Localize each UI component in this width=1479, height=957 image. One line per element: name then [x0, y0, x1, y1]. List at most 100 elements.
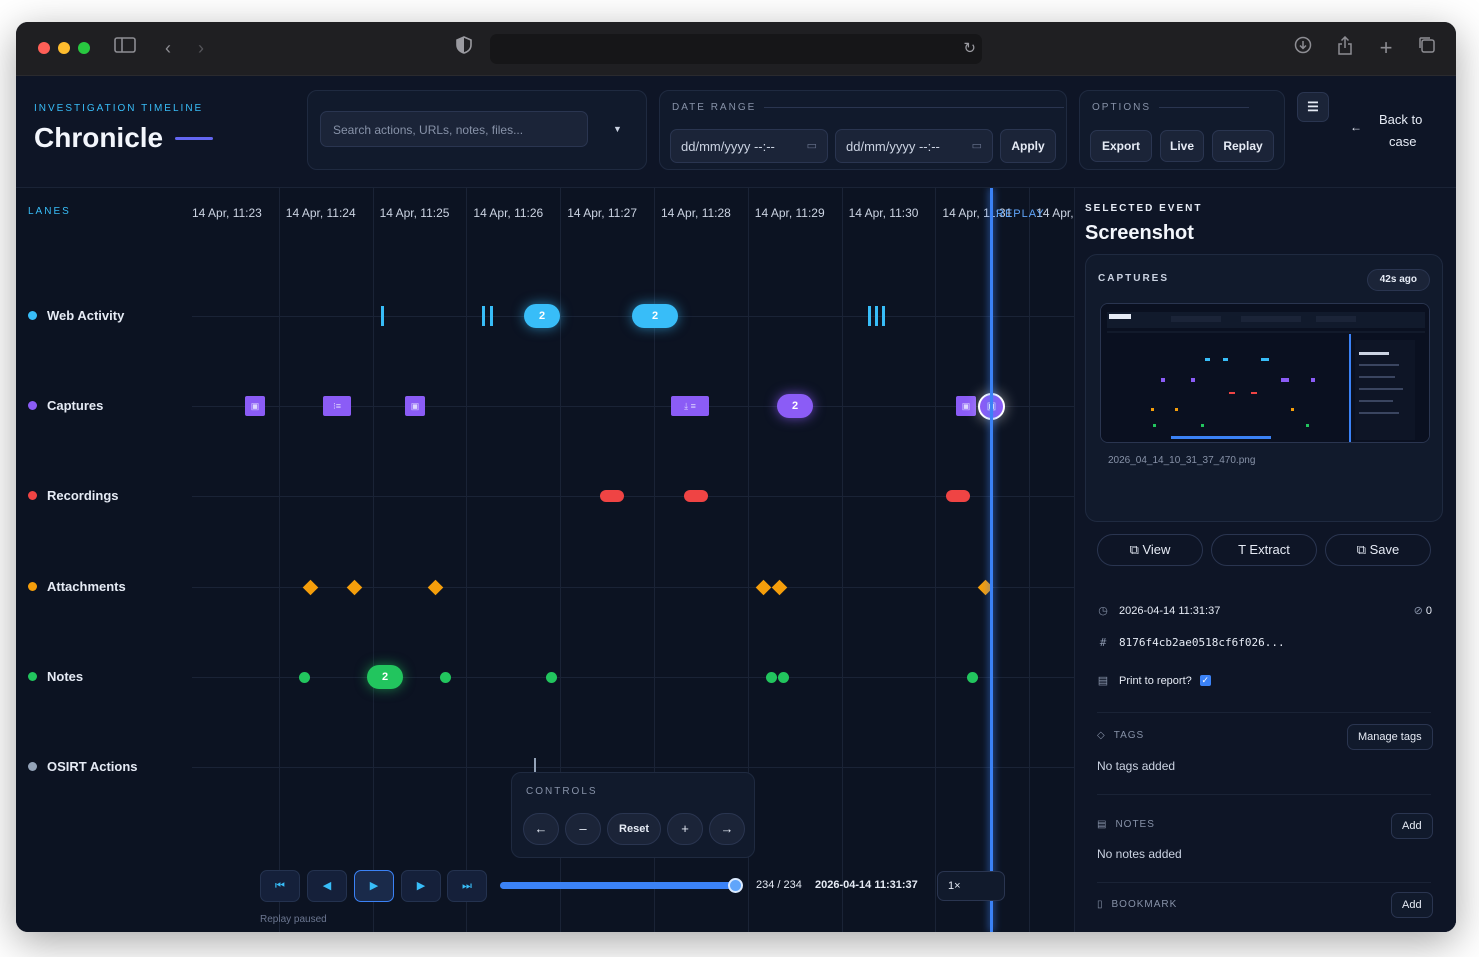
- lane-gridline: [192, 496, 1074, 497]
- replay-button[interactable]: Replay: [1212, 130, 1274, 162]
- replay-timestamp: 2026-04-14 11:31:37: [815, 879, 918, 891]
- attachment-event[interactable]: [771, 579, 788, 596]
- note-event[interactable]: [778, 672, 789, 683]
- note-event[interactable]: [440, 672, 451, 683]
- capture-screenshot-event[interactable]: ▣: [956, 396, 976, 416]
- web-activity-cluster[interactable]: 2: [632, 304, 678, 328]
- back-to-case-link[interactable]: ← Back to case: [1350, 110, 1430, 154]
- web-activity-event[interactable]: [875, 306, 878, 326]
- step-forward-button[interactable]: ▶: [401, 870, 441, 902]
- lane-gridline: [192, 767, 1074, 768]
- lane-label-recordings[interactable]: Recordings: [28, 488, 119, 503]
- web-activity-cluster[interactable]: 2: [524, 304, 560, 328]
- lane-label-captures[interactable]: Captures: [28, 398, 103, 413]
- live-button[interactable]: Live: [1160, 130, 1204, 162]
- add-note-button[interactable]: Add: [1391, 813, 1433, 839]
- note-event[interactable]: [299, 672, 310, 683]
- speed-select[interactable]: 1×: [937, 871, 1005, 901]
- recording-event[interactable]: [684, 490, 708, 502]
- zoom-out-button[interactable]: –: [565, 813, 601, 845]
- lane-label-osirt-actions[interactable]: OSIRT Actions: [28, 759, 138, 774]
- recording-event[interactable]: [600, 490, 624, 502]
- screenshot-thumbnail[interactable]: [1100, 303, 1430, 443]
- calendar-icon[interactable]: ▭: [972, 139, 982, 152]
- search-filter-dropdown-icon[interactable]: ▼: [613, 124, 622, 134]
- note-event[interactable]: [766, 672, 777, 683]
- attachment-event[interactable]: [427, 579, 444, 596]
- extract-button[interactable]: T Extract: [1211, 534, 1317, 566]
- links-count[interactable]: ⊘ 0: [1414, 604, 1432, 617]
- calendar-icon[interactable]: ▭: [807, 139, 817, 152]
- address-bar[interactable]: ↻: [490, 34, 982, 64]
- web-activity-event[interactable]: [882, 306, 885, 326]
- add-bookmark-button[interactable]: Add: [1391, 892, 1433, 918]
- play-button[interactable]: ▶: [354, 870, 394, 902]
- tags-label: ◇ TAGS: [1097, 730, 1145, 741]
- print-to-report-row: ▤ Print to report? ✓: [1097, 674, 1211, 687]
- view-button[interactable]: ⧉ View: [1097, 534, 1203, 566]
- export-button[interactable]: Export: [1090, 130, 1152, 162]
- skip-to-end-button[interactable]: ⏭: [447, 870, 487, 902]
- search-input[interactable]: Search actions, URLs, notes, files...: [320, 111, 588, 147]
- web-activity-event[interactable]: [490, 306, 493, 326]
- bookmark-label: ▯ BOOKMARK: [1097, 899, 1178, 910]
- skip-to-start-button[interactable]: ⏮: [260, 870, 300, 902]
- lane-label-web-activity[interactable]: Web Activity: [28, 308, 124, 323]
- download-icon[interactable]: [1291, 36, 1315, 60]
- attachment-event[interactable]: [302, 579, 319, 596]
- reset-zoom-button[interactable]: Reset: [607, 813, 661, 845]
- notes-cluster[interactable]: 2: [367, 665, 403, 689]
- lane-name: OSIRT Actions: [47, 759, 138, 774]
- time-axis-tick: 14 Apr, 11:26: [473, 206, 544, 220]
- replay-playhead[interactable]: [990, 188, 993, 932]
- capture-screenshot-event[interactable]: ▣: [245, 396, 265, 416]
- tag-icon: ◇: [1097, 730, 1106, 741]
- replay-progress-knob[interactable]: [728, 878, 743, 893]
- zoom-in-button[interactable]: +: [667, 813, 703, 845]
- manage-tags-button[interactable]: Manage tags: [1347, 724, 1433, 750]
- print-to-report-checkbox[interactable]: ✓: [1199, 675, 1211, 686]
- note-event[interactable]: [967, 672, 978, 683]
- date-from-input[interactable]: dd/mm/yyyy --:-- ▭: [670, 129, 828, 163]
- close-window-button[interactable]: [38, 42, 50, 54]
- reload-icon[interactable]: ↻: [963, 39, 976, 57]
- pan-right-button[interactable]: →: [709, 813, 745, 845]
- shield-icon[interactable]: [452, 36, 476, 60]
- capture-screenshot-event[interactable]: ▣: [405, 396, 425, 416]
- apply-button[interactable]: Apply: [1000, 129, 1056, 163]
- lane-gridline: [192, 587, 1074, 588]
- attachment-event[interactable]: [755, 579, 772, 596]
- recording-event[interactable]: [946, 490, 970, 502]
- menu-icon[interactable]: ☰: [1297, 92, 1329, 122]
- web-activity-event[interactable]: [868, 306, 871, 326]
- note-event[interactable]: [546, 672, 557, 683]
- lane-label-notes[interactable]: Notes: [28, 669, 83, 684]
- capture-document-event[interactable]: ⁝≡: [323, 396, 351, 416]
- selected-event-label: SELECTED EVENT: [1085, 203, 1203, 214]
- step-back-button[interactable]: ◀: [307, 870, 347, 902]
- lane-label-attachments[interactable]: Attachments: [28, 579, 126, 594]
- search-card: Search actions, URLs, notes, files... ▼: [307, 90, 647, 170]
- sidebar-toggle-icon[interactable]: [113, 36, 137, 60]
- forward-arrow-icon[interactable]: ›: [189, 36, 213, 60]
- capture-download-event[interactable]: ⤓ ≡: [671, 396, 709, 416]
- minimize-window-button[interactable]: [58, 42, 70, 54]
- web-activity-event[interactable]: [482, 306, 485, 326]
- replay-progress-slider[interactable]: [500, 878, 743, 893]
- save-button[interactable]: ⧉ Save: [1325, 534, 1431, 566]
- tabs-overview-icon[interactable]: [1415, 36, 1439, 60]
- save-icon: ⧉: [1356, 542, 1370, 557]
- pan-left-button[interactable]: ←: [523, 813, 559, 845]
- zoom-window-button[interactable]: [78, 42, 90, 54]
- new-tab-icon[interactable]: +: [1374, 36, 1398, 60]
- hash-icon: #: [1099, 636, 1107, 649]
- captures-cluster[interactable]: 2: [777, 394, 813, 418]
- share-icon[interactable]: [1333, 35, 1357, 60]
- web-activity-event[interactable]: [381, 306, 384, 326]
- date-to-input[interactable]: dd/mm/yyyy --:-- ▭: [835, 129, 993, 163]
- back-arrow-icon[interactable]: ‹: [156, 36, 180, 60]
- lane-color-dot: [28, 672, 37, 681]
- lane-color-dot: [28, 311, 37, 320]
- attachment-event[interactable]: [346, 579, 363, 596]
- capture-preview-card: CAPTURES 42s ago 2026_04_14_10_31_37_470…: [1085, 254, 1443, 522]
